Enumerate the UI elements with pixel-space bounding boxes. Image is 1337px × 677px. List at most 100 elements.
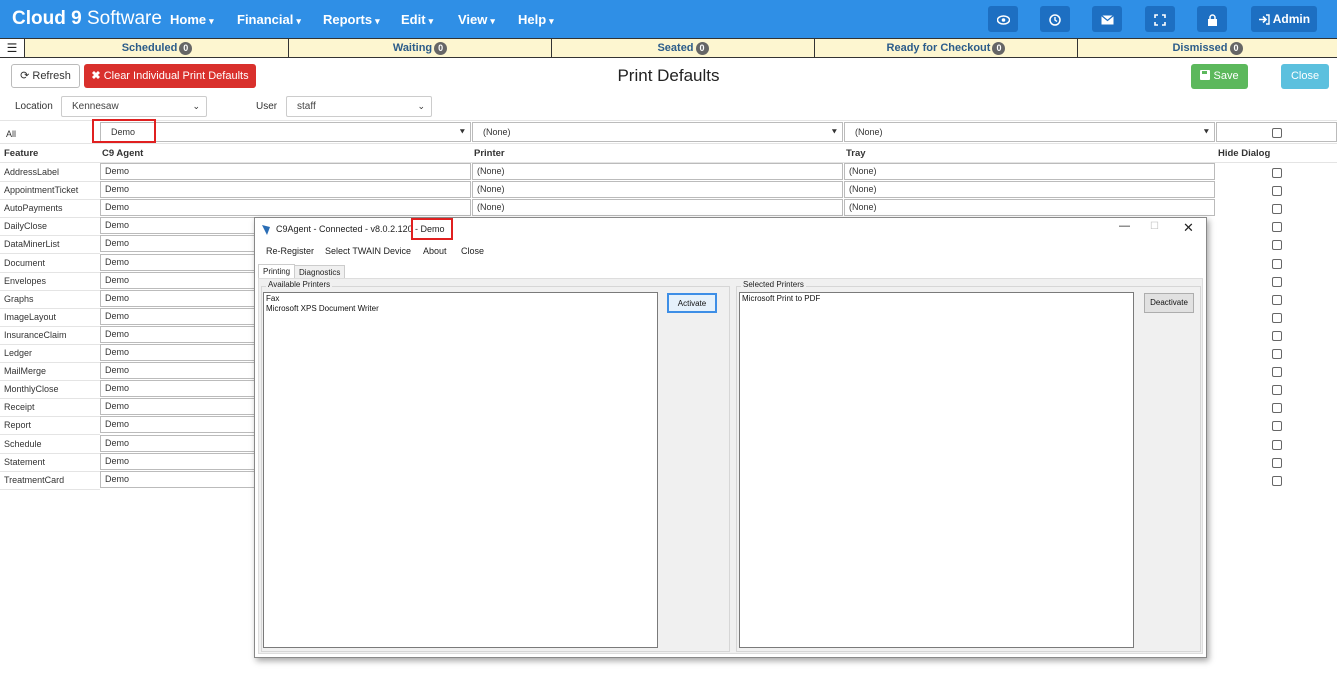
chevron-down-icon: ⯆ — [458, 127, 466, 137]
tab-diagnostics[interactable]: Diagnostics — [294, 265, 346, 279]
admin-label: Admin — [1272, 12, 1311, 26]
chevron-down-icon: ⌄ — [192, 101, 200, 111]
feature-name: Envelopes — [4, 275, 47, 286]
chevron-down-icon: ⌄ — [417, 101, 425, 111]
envelope-icon — [1100, 14, 1114, 25]
hide-dialog-checkbox[interactable] — [1272, 349, 1282, 359]
nav-home[interactable]: Home ▾ — [170, 12, 214, 27]
admin-button[interactable]: Admin — [1251, 6, 1317, 32]
feature-name: DailyClose — [4, 221, 48, 232]
all-hide-checkbox[interactable] — [1272, 128, 1282, 138]
list-item[interactable]: Microsoft Print to PDF — [742, 294, 1131, 304]
menu-close[interactable]: Close — [461, 246, 484, 256]
count-badge: 0 — [1229, 41, 1243, 55]
agent-select[interactable]: Demo — [100, 181, 471, 199]
nav-help[interactable]: Help ▾ — [518, 12, 554, 27]
available-printers-list[interactable]: Fax Microsoft XPS Document Writer — [263, 292, 658, 648]
feature-name: AddressLabel — [4, 167, 60, 177]
feature-name: DataMinerList — [4, 239, 60, 250]
activate-button[interactable]: Activate — [667, 293, 717, 313]
agent-select[interactable]: Demo — [100, 163, 471, 180]
hide-dialog-checkbox[interactable] — [1272, 240, 1282, 251]
all-tray-select[interactable]: (None) ⯆ — [844, 122, 1215, 142]
lock-button[interactable] — [1197, 6, 1227, 32]
hide-dialog-checkbox[interactable] — [1272, 186, 1282, 197]
list-item[interactable]: Microsoft XPS Document Writer — [266, 304, 655, 314]
nav-reports[interactable]: Reports ▾ — [323, 12, 380, 27]
user-select[interactable]: staff ⌄ — [286, 96, 432, 117]
feature-name: Document — [4, 257, 46, 268]
feature-name: AutoPayments — [4, 203, 63, 214]
menu-toggle[interactable]: ☰ — [0, 39, 25, 57]
header-printer: Printer — [474, 148, 505, 159]
mail-button[interactable] — [1092, 6, 1122, 32]
feature-name: AppointmentTicket — [4, 185, 79, 196]
expand-icon — [1154, 14, 1166, 26]
clock-button[interactable] — [1040, 6, 1070, 32]
list-item[interactable]: Fax — [266, 294, 655, 304]
chevron-down-icon: ⯆ — [830, 127, 838, 137]
nav-edit[interactable]: Edit ▾ — [401, 12, 433, 27]
save-button[interactable]: Save — [1191, 64, 1248, 89]
printer-select[interactable]: (None) — [472, 199, 843, 217]
all-printer-select[interactable]: (None) ⯆ — [472, 122, 843, 142]
top-navbar: Cloud 9 Software Home ▾ Financial ▾ Report… — [0, 0, 1337, 38]
printer-select[interactable]: (None) — [472, 163, 843, 180]
row-divider — [0, 488, 100, 490]
brand-logo[interactable]: Cloud 9 Software — [12, 8, 162, 30]
feature-name: ImageLayout — [4, 311, 57, 322]
hide-dialog-checkbox[interactable] — [1272, 294, 1282, 305]
menu-select-twain[interactable]: Select TWAIN Device — [325, 246, 411, 256]
highlight-box — [411, 218, 453, 240]
hide-dialog-checkbox[interactable] — [1272, 457, 1282, 468]
tab-seated[interactable]: Seated 0 — [552, 39, 815, 57]
tab-dismissed[interactable]: Dismissed 0 — [1078, 39, 1337, 57]
close-button[interactable]: Close — [1281, 64, 1329, 89]
sign-out-icon — [1258, 14, 1270, 26]
page-title: Print Defaults — [617, 66, 720, 85]
menu-about[interactable]: About — [423, 246, 447, 256]
minimize-button[interactable]: — — [1119, 220, 1130, 232]
header-agent: C9 Agent — [102, 148, 144, 159]
tab-printing[interactable]: Printing — [258, 264, 296, 278]
hide-dialog-checkbox[interactable] — [1272, 421, 1282, 432]
tab-ready-for-checkout[interactable]: Ready for Checkout 0 — [815, 39, 1078, 57]
menu-re-register[interactable]: Re-Register — [266, 246, 314, 256]
feature-name: Graphs — [4, 293, 34, 304]
hamburger-icon: ☰ — [6, 41, 18, 55]
hide-dialog-checkbox[interactable] — [1272, 276, 1282, 287]
nav-financial[interactable]: Financial ▾ — [237, 12, 301, 27]
printer-select[interactable]: (None) — [472, 181, 843, 199]
tab-scheduled[interactable]: Scheduled 0 — [26, 39, 289, 57]
hide-dialog-checkbox[interactable] — [1272, 439, 1282, 450]
header-tray: Tray — [846, 148, 866, 159]
tab-waiting[interactable]: Waiting 0 — [289, 39, 552, 57]
printing-panel: Available Printers Fax Microsoft XPS Doc… — [258, 278, 1203, 654]
hide-dialog-checkbox[interactable] — [1272, 168, 1282, 178]
hide-dialog-checkbox[interactable] — [1272, 330, 1282, 341]
agent-select[interactable]: Demo — [100, 199, 471, 217]
eye-button[interactable] — [988, 6, 1018, 32]
feature-name: Report — [4, 420, 32, 431]
clock-icon — [1049, 14, 1061, 26]
tray-select[interactable]: (None) — [844, 163, 1215, 180]
nav-view[interactable]: View ▾ — [458, 12, 495, 27]
hide-dialog-checkbox[interactable] — [1272, 385, 1282, 396]
hide-dialog-checkbox[interactable] — [1272, 367, 1282, 378]
maximize-button[interactable]: ☐ — [1150, 221, 1159, 232]
hide-dialog-checkbox[interactable] — [1272, 312, 1282, 323]
fullscreen-button[interactable] — [1145, 6, 1175, 32]
hide-dialog-checkbox[interactable] — [1272, 258, 1282, 269]
tray-select[interactable]: (None) — [844, 181, 1215, 199]
hide-dialog-checkbox[interactable] — [1272, 222, 1282, 233]
hide-dialog-checkbox[interactable] — [1272, 403, 1282, 414]
deactivate-button[interactable]: Deactivate — [1144, 293, 1194, 313]
location-select[interactable]: Kennesaw ⌄ — [61, 96, 207, 117]
header-hide-dialog: Hide Dialog — [1218, 148, 1271, 159]
hide-dialog-checkbox[interactable] — [1272, 475, 1282, 486]
tray-select[interactable]: (None) — [844, 199, 1215, 217]
close-window-button[interactable]: ✕ — [1183, 220, 1194, 236]
selected-label: Selected Printers — [741, 280, 806, 289]
selected-printers-list[interactable]: Microsoft Print to PDF — [739, 292, 1134, 648]
hide-dialog-checkbox[interactable] — [1272, 204, 1282, 215]
